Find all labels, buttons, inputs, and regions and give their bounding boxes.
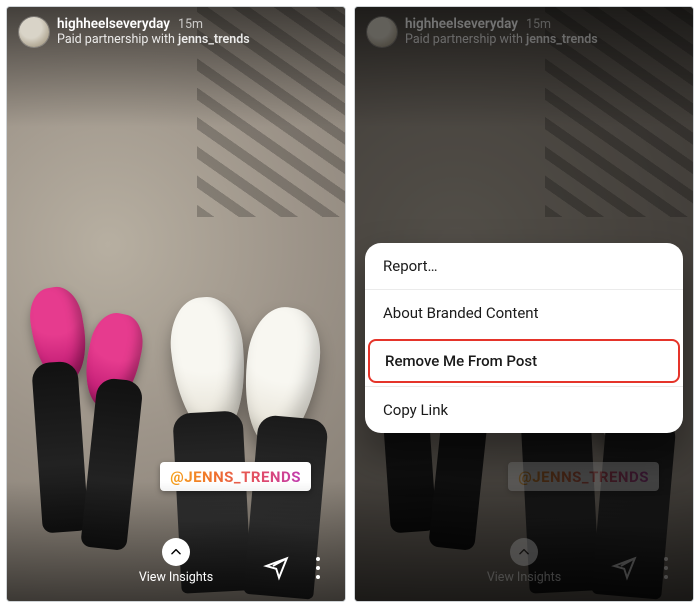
story-bottom-bar: View Insights <box>7 528 345 601</box>
view-insights-label: View Insights <box>139 570 213 585</box>
username-label[interactable]: highheelseveryday <box>57 17 170 33</box>
action-sheet-item-about-branded-content[interactable]: About Branded Content <box>365 289 683 336</box>
timestamp-label: 15m <box>178 18 203 32</box>
header-text: highheelseveryday 15m Paid partnership w… <box>57 17 250 47</box>
view-insights-button[interactable]: View Insights <box>139 538 213 585</box>
partner-username[interactable]: jenns_trends <box>178 32 250 47</box>
story-view-right: highheelseveryday 15m Paid partnership w… <box>354 6 694 602</box>
share-icon[interactable] <box>263 555 289 581</box>
paid-partnership-prefix: Paid partnership with <box>57 32 178 47</box>
more-options-icon[interactable] <box>309 557 327 579</box>
action-sheet: Report… About Branded Content Remove Me … <box>365 243 683 433</box>
story-view-left: highheelseveryday 15m Paid partnership w… <box>6 6 346 602</box>
paid-partnership-label[interactable]: Paid partnership with jenns_trends <box>57 33 250 47</box>
action-sheet-item-remove-me-from-post[interactable]: Remove Me From Post <box>368 339 680 383</box>
photo-detail <box>31 361 89 534</box>
mention-sticker-text: @JENNS_TRENDS <box>170 468 301 486</box>
photo-detail <box>80 377 144 551</box>
story-header: highheelseveryday 15m Paid partnership w… <box>7 7 345 51</box>
mention-sticker[interactable]: @JENNS_TRENDS <box>160 462 311 491</box>
avatar[interactable] <box>19 17 49 47</box>
chevron-up-icon <box>162 538 190 566</box>
action-sheet-item-report[interactable]: Report… <box>365 243 683 289</box>
action-sheet-item-copy-link[interactable]: Copy Link <box>365 386 683 433</box>
